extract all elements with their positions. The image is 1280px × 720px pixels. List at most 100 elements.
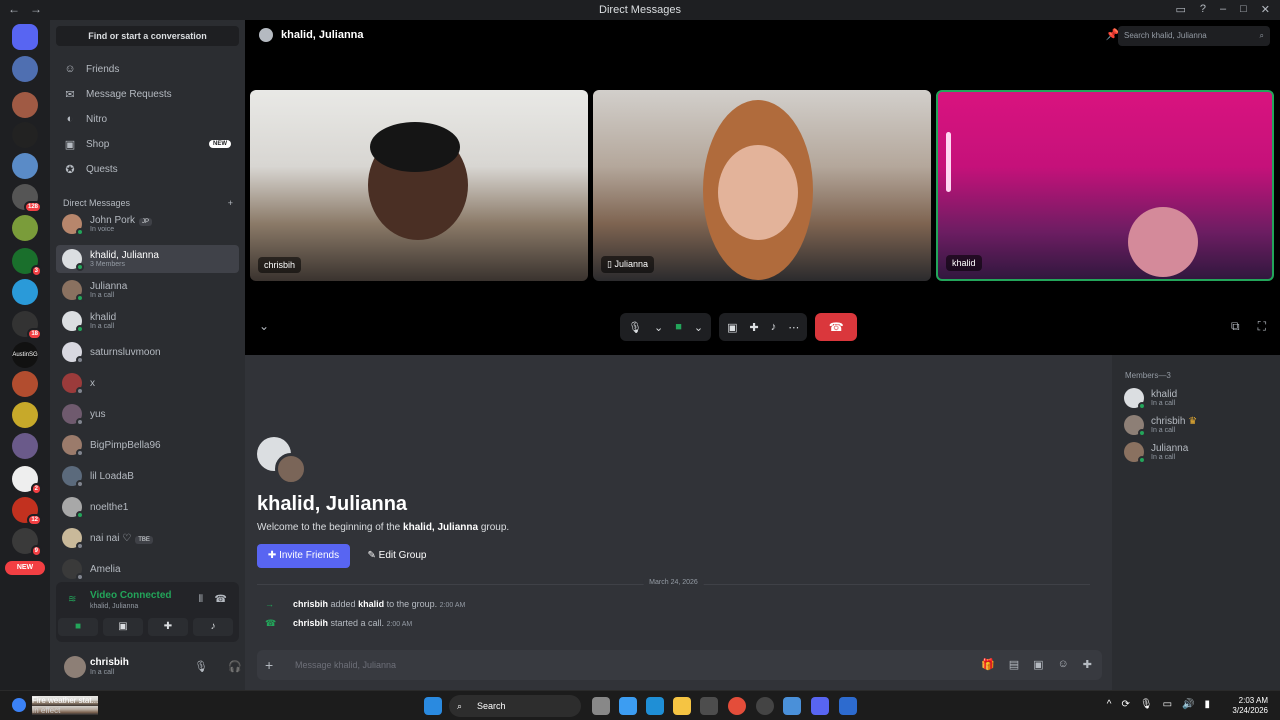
chevron-up-icon[interactable]: ^ xyxy=(1107,699,1112,710)
activities-icon[interactable]: ✚ xyxy=(749,321,758,334)
minimize-button[interactable]: – xyxy=(1220,3,1226,16)
user-avatar[interactable] xyxy=(64,656,86,678)
help-icon[interactable]: ? xyxy=(1200,3,1206,16)
server-icon[interactable] xyxy=(12,122,38,148)
server-icon[interactable]: 3 xyxy=(12,248,42,277)
nav-message-requests[interactable]: ✉ Message Requests xyxy=(56,83,239,105)
mic-icon[interactable]: 🎙 xyxy=(1140,699,1153,710)
nav-friends[interactable]: ☺ Friends xyxy=(56,58,239,80)
screenshare-icon[interactable]: ▣ xyxy=(727,321,737,334)
battery-icon[interactable]: ▮ xyxy=(1204,699,1210,710)
taskbar-search[interactable]: ⌕ Search xyxy=(449,695,581,717)
signal-icon[interactable]: ≋ xyxy=(68,594,76,605)
server-icon[interactable]: 2 xyxy=(12,466,42,495)
dm-item[interactable]: nai nai ♡ TBE xyxy=(56,524,239,552)
dm-item[interactable]: noelthe1 xyxy=(56,493,239,521)
server-icon[interactable]: AustinSG xyxy=(12,342,38,368)
headphones-icon[interactable]: 🎧 xyxy=(228,660,242,673)
chrome-icon[interactable] xyxy=(728,697,746,715)
chevron-down-icon[interactable]: ⌄ xyxy=(694,321,703,334)
end-call-button[interactable]: ☎ xyxy=(815,313,858,341)
task-view-icon[interactable] xyxy=(592,697,610,715)
camera-icon[interactable]: ■ xyxy=(675,321,682,333)
server-icon[interactable]: 128 xyxy=(12,184,42,213)
notepad-icon[interactable] xyxy=(783,697,801,715)
volume-icon[interactable]: 🔊 xyxy=(1182,699,1194,710)
server-icon[interactable] xyxy=(12,433,38,459)
dm-item[interactable]: BigPimpBella96 xyxy=(56,431,239,459)
member-item[interactable]: khalid In a call xyxy=(1124,388,1177,410)
dm-item-active[interactable]: khalid, Julianna 3 Members xyxy=(56,245,239,273)
dm-item[interactable]: saturnsluvmoon xyxy=(56,338,239,366)
video-tile[interactable]: chrisbih xyxy=(250,90,588,281)
file-explorer-icon[interactable] xyxy=(673,697,691,715)
server-icon[interactable] xyxy=(12,371,38,397)
add-dm-icon[interactable]: + xyxy=(228,198,233,208)
clock[interactable]: 2:03 AM 3/24/2026 xyxy=(1232,696,1268,717)
dm-item[interactable]: yus xyxy=(56,400,239,428)
copilot-icon[interactable] xyxy=(619,697,637,715)
voice-channel[interactable]: khalid, Julianna xyxy=(90,603,138,610)
video-tile[interactable]: ▯ Julianna xyxy=(593,90,931,281)
popout-icon[interactable]: ⧉ xyxy=(1231,319,1240,334)
app-icon[interactable] xyxy=(839,697,857,715)
add-attachment-icon[interactable]: + xyxy=(265,657,273,673)
nav-shop[interactable]: ▣ Shop NEW xyxy=(56,133,239,155)
soundboard-icon[interactable]: ♪ xyxy=(771,321,777,333)
gift-icon[interactable]: 🎁 xyxy=(981,658,995,671)
screenshare-button[interactable]: ▣ xyxy=(103,618,143,636)
mic-icon[interactable]: 🎙 xyxy=(628,321,642,334)
activities-button[interactable]: ✚ xyxy=(148,618,188,636)
gif-icon[interactable]: ▤ xyxy=(1009,658,1019,671)
video-tile-speaking[interactable]: khalid xyxy=(936,90,1274,281)
close-button[interactable]: ✕ xyxy=(1261,3,1270,16)
network-icon[interactable]: ▭ xyxy=(1163,699,1172,710)
windows-start-icon[interactable] xyxy=(424,697,442,715)
app-tray-icon[interactable]: ⟳ xyxy=(1121,699,1129,710)
more-icon[interactable]: ⋯ xyxy=(788,321,799,334)
invite-friends-button[interactable]: ✚ Invite Friends xyxy=(257,544,350,568)
dm-item[interactable]: khalid In a call xyxy=(56,307,239,335)
collapse-chevron-icon[interactable]: ⌄ xyxy=(259,319,269,333)
server-icon[interactable] xyxy=(12,215,38,241)
noise-suppression-icon[interactable]: ⫴ xyxy=(199,594,203,605)
new-servers-pill[interactable]: NEW xyxy=(5,561,45,575)
server-icon[interactable] xyxy=(12,92,38,118)
nav-quests[interactable]: ✪ Quests xyxy=(56,158,239,180)
emoji-icon[interactable]: ☺ xyxy=(1058,658,1069,671)
mic-icon[interactable]: 🎙 xyxy=(194,660,208,673)
server-icon[interactable]: 9 xyxy=(12,528,42,557)
store-icon[interactable] xyxy=(700,697,718,715)
discord-home-icon[interactable] xyxy=(12,24,38,50)
dm-item[interactable]: x xyxy=(56,369,239,397)
disconnect-icon[interactable]: ☎ xyxy=(215,594,227,605)
dm-item[interactable]: Julianna In a call xyxy=(56,276,239,304)
camera-button[interactable]: ■ xyxy=(58,618,98,636)
dm-item[interactable]: Amelia xyxy=(56,555,239,583)
edit-group-button[interactable]: ✎ Edit Group xyxy=(357,544,437,568)
chevron-down-icon[interactable]: ⌄ xyxy=(654,321,663,334)
member-item[interactable]: chrisbih ♛ In a call xyxy=(1124,415,1197,437)
server-icon[interactable] xyxy=(12,279,38,305)
search-input[interactable]: Search khalid, Julianna ⌕ xyxy=(1118,26,1270,46)
server-icon[interactable] xyxy=(12,56,38,82)
nav-nitro[interactable]: ◐ Nitro xyxy=(56,108,239,130)
edge-icon[interactable] xyxy=(646,697,664,715)
dm-item[interactable]: John Pork JP In voice xyxy=(56,210,239,238)
message-input[interactable]: + Message khalid, Julianna 🎁 ▤ ▣ ☺ ✚ xyxy=(257,650,1102,680)
inbox-icon[interactable]: ▭ xyxy=(1175,3,1185,16)
fullscreen-icon[interactable]: ⛶ xyxy=(1258,319,1266,334)
sticker-icon[interactable]: ▣ xyxy=(1033,658,1043,671)
weather-widget[interactable]: Fire weather stat... In effect xyxy=(12,696,99,715)
find-conversation-button[interactable]: Find or start a conversation xyxy=(56,26,239,46)
maximize-button[interactable]: □ xyxy=(1240,3,1247,16)
soundboard-button[interactable]: ♪ xyxy=(193,618,233,636)
discord-icon[interactable] xyxy=(811,697,829,715)
user-name[interactable]: chrisbih xyxy=(90,657,129,668)
server-icon[interactable]: 12 xyxy=(12,497,42,526)
server-icon[interactable]: 18 xyxy=(12,311,42,340)
apps-icon[interactable]: ✚ xyxy=(1083,658,1092,671)
member-item[interactable]: Julianna In a call xyxy=(1124,442,1188,464)
dm-item[interactable]: lil LoadaB xyxy=(56,462,239,490)
server-icon[interactable] xyxy=(12,402,38,428)
